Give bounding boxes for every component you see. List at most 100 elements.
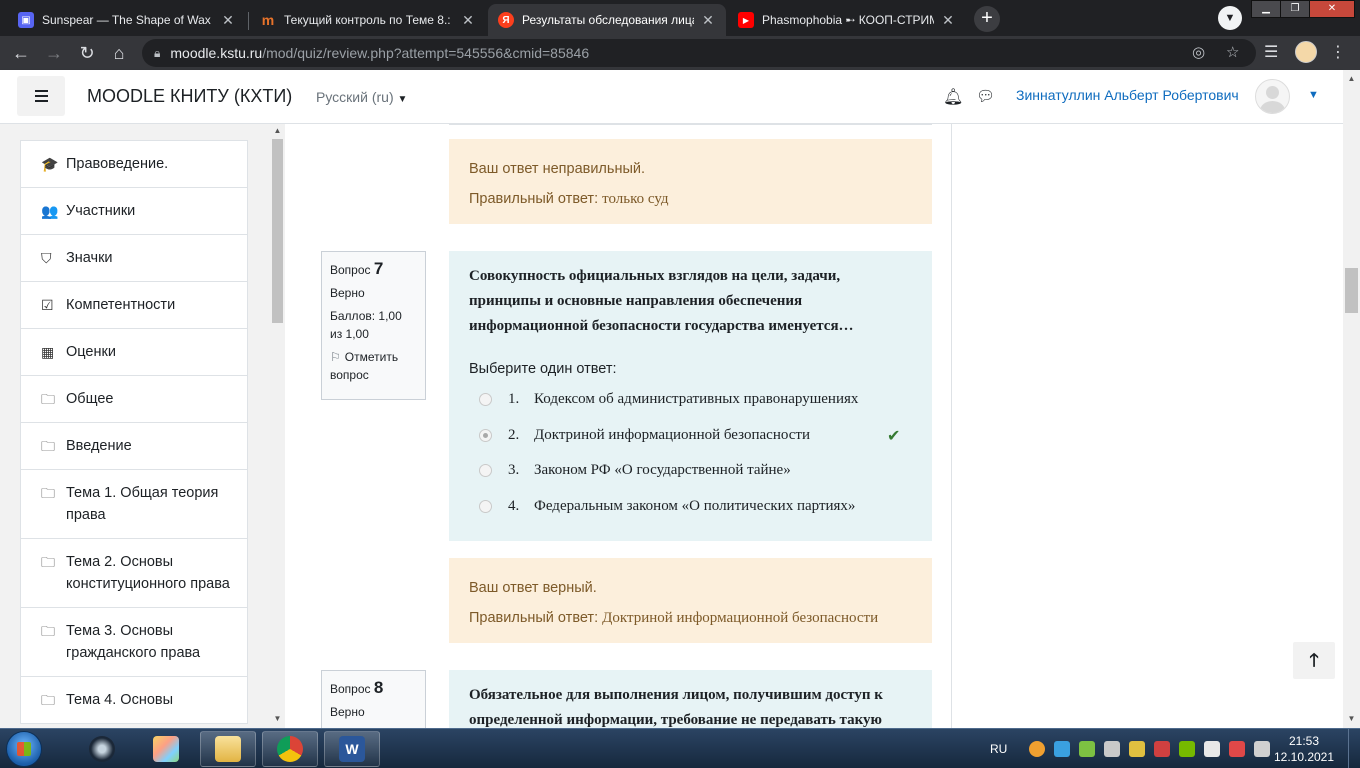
- close-tab-icon[interactable]: ✕: [460, 12, 476, 29]
- block-region-divider: [951, 124, 952, 728]
- menu-dots-icon[interactable]: ⋮: [1330, 42, 1346, 62]
- steam-taskbar-button[interactable]: [74, 731, 130, 767]
- right-answer-value: Доктриной информационной безопасности: [602, 610, 879, 626]
- drawer-scrollbar[interactable]: ▲ ▼: [270, 124, 285, 728]
- close-tab-icon[interactable]: ✕: [700, 12, 716, 29]
- scroll-down-arrow-icon[interactable]: ▼: [1347, 714, 1356, 723]
- drawer-item[interactable]: ▦ Оценки: [20, 328, 248, 376]
- language-label: Русский (ru): [316, 89, 394, 105]
- tab-search-icon[interactable]: ▼: [1218, 6, 1242, 30]
- scroll-up-arrow-icon[interactable]: ▲: [1347, 74, 1356, 83]
- option-number: 4.: [508, 497, 520, 514]
- drawer-scroll-thumb[interactable]: [272, 139, 283, 323]
- drawer-item-label: Участники: [66, 203, 136, 219]
- browser-profile-avatar[interactable]: [1295, 41, 1317, 63]
- home-icon[interactable]: ⌂: [107, 41, 131, 65]
- close-tab-icon[interactable]: ✕: [940, 12, 956, 29]
- reload-icon[interactable]: ↻: [75, 41, 99, 65]
- user-avatar[interactable]: [1255, 79, 1290, 114]
- word-taskbar-button[interactable]: W: [324, 731, 380, 767]
- drawer-item[interactable]: 🗀 Тема 1. Общая теория права: [20, 469, 248, 539]
- answer-radio[interactable]: [479, 464, 492, 478]
- browser-tab-2[interactable]: Я Результаты обследования лица, ✕: [488, 4, 726, 36]
- bluetooth-icon[interactable]: [1104, 741, 1121, 757]
- answer-option[interactable]: 3. Законом РФ «О государственной тайне»: [469, 453, 912, 489]
- drawer-item[interactable]: ⛉ Значки: [20, 234, 248, 282]
- drawer-item[interactable]: 🗀 Тема 3. Основы гражданского права: [20, 607, 248, 677]
- nvidia-icon[interactable]: [1179, 741, 1196, 757]
- scroll-down-arrow-icon[interactable]: ▼: [273, 714, 282, 723]
- answer-radio[interactable]: [479, 428, 492, 442]
- chat-icon[interactable]: 💬︎: [976, 87, 995, 105]
- answer-option[interactable]: 1. Кодексом об административных правонару…: [469, 382, 912, 418]
- user-name[interactable]: Зиннатуллин Альберт Робертович: [1016, 87, 1239, 103]
- option-number: 2.: [508, 426, 520, 443]
- clock-time: 21:53: [1288, 734, 1320, 748]
- volume-icon[interactable]: [1204, 741, 1221, 757]
- right-answer: Правильный ответ: только суд: [469, 184, 912, 214]
- paint-taskbar-button[interactable]: [138, 731, 194, 767]
- tab-title: Sunspear — The Shape of Wax: [42, 13, 211, 27]
- answer-radio[interactable]: [479, 499, 492, 513]
- reading-list-icon[interactable]: ☰: [1264, 42, 1278, 62]
- feedback-text: Ваш ответ верный.: [469, 580, 597, 596]
- back-to-top-arrow-icon[interactable]: 🡑: [1293, 642, 1335, 679]
- drawer-item[interactable]: 🗀 Введение: [20, 422, 248, 470]
- lock-icon[interactable]: 🔒︎: [154, 46, 160, 61]
- answer-radio[interactable]: [479, 393, 492, 407]
- drawer-item[interactable]: ☑ Компетентности: [20, 281, 248, 329]
- scroll-up-arrow-icon[interactable]: ▲: [273, 126, 282, 135]
- checkbox-icon: ☑: [41, 297, 54, 313]
- drawer-item[interactable]: 👥 Участники: [20, 187, 248, 235]
- explorer-taskbar-button[interactable]: [200, 731, 256, 767]
- tray-app-icon[interactable]: [1079, 741, 1096, 757]
- browser-tab-1[interactable]: m Текущий контроль по Теме 8.: п ✕: [250, 4, 486, 36]
- back-arrow-icon[interactable]: ←: [9, 41, 33, 65]
- drawer-item[interactable]: 🗀 Тема 4. Основы: [20, 676, 248, 724]
- feedback-text: Ваш ответ неправильный.: [469, 161, 646, 177]
- question-content-7: Совокупность официальных взглядов на цел…: [449, 251, 932, 541]
- bookmark-star-icon[interactable]: ☆: [1226, 43, 1239, 61]
- close-tab-icon[interactable]: ✕: [220, 12, 236, 29]
- tray-app-icon[interactable]: [1054, 741, 1071, 757]
- page-scroll-thumb[interactable]: [1345, 268, 1358, 313]
- show-desktop-button[interactable]: [1348, 729, 1360, 768]
- address-bar[interactable]: 🔒︎ moodle.kstu.ru/mod/quiz/review.php?at…: [142, 39, 1256, 67]
- taskbar-clock[interactable]: 21:53 12.10.2021: [1268, 733, 1340, 765]
- flag-question-link[interactable]: ⚐ Отметить вопрос: [330, 348, 417, 384]
- tray-app-icon[interactable]: [1129, 741, 1146, 757]
- drawer-list: 🎓 Правоведение. 👥 Участники ⛉ Значки ☑ Компетен…: [20, 140, 248, 724]
- browser-tab-0[interactable]: ▣ Sunspear — The Shape of Wax ✕: [8, 4, 246, 36]
- drawer-item[interactable]: 🎓 Правоведение.: [20, 140, 248, 188]
- eye-off-icon[interactable]: ◎: [1192, 43, 1205, 61]
- minimize-button[interactable]: ▁: [1251, 0, 1281, 18]
- question-label: Вопрос: [330, 263, 371, 277]
- user-menu-caret-icon[interactable]: ▼: [1308, 89, 1319, 101]
- drawer-item[interactable]: 🗀 Тема 2. Основы конституционного права: [20, 538, 248, 608]
- start-button[interactable]: [6, 731, 42, 767]
- folder-icon: 🗀: [41, 438, 55, 454]
- answer-option[interactable]: 2. Доктриной информационной безопасности ✔: [469, 418, 912, 454]
- page-scrollbar[interactable]: ▲ ▼: [1343, 70, 1360, 728]
- tab-separator: [248, 12, 249, 30]
- answer-options: 1. Кодексом об административных правонару…: [469, 382, 912, 524]
- forward-arrow-icon[interactable]: →: [42, 41, 66, 65]
- users-icon: 👥: [41, 203, 59, 219]
- drawer-item[interactable]: 🗀 Общее: [20, 375, 248, 423]
- new-tab-button[interactable]: +: [974, 6, 1000, 32]
- input-language[interactable]: RU: [990, 742, 1007, 756]
- drawer-toggle-button[interactable]: [17, 76, 65, 116]
- avast-icon[interactable]: [1029, 741, 1046, 757]
- site-name[interactable]: MOODLE КНИТУ (КХТИ): [87, 86, 292, 107]
- chrome-taskbar-button[interactable]: [262, 731, 318, 767]
- close-window-button[interactable]: ✕: [1309, 0, 1355, 18]
- bell-icon[interactable]: 🔔︎: [943, 87, 963, 107]
- language-menu[interactable]: Русский (ru) ▼: [316, 89, 407, 105]
- network-icon[interactable]: [1229, 741, 1246, 757]
- tray-app-icon[interactable]: [1154, 741, 1171, 757]
- maximize-button[interactable]: ❐: [1280, 0, 1310, 18]
- shield-icon: ⛉: [41, 250, 52, 266]
- browser-tab-3[interactable]: ▶ Phasmophobia ➸ КООП-СТРИМ ✕: [728, 4, 966, 36]
- drawer-item-label: Компетентности: [66, 297, 176, 313]
- answer-option[interactable]: 4. Федеральным законом «О политических па…: [469, 489, 912, 525]
